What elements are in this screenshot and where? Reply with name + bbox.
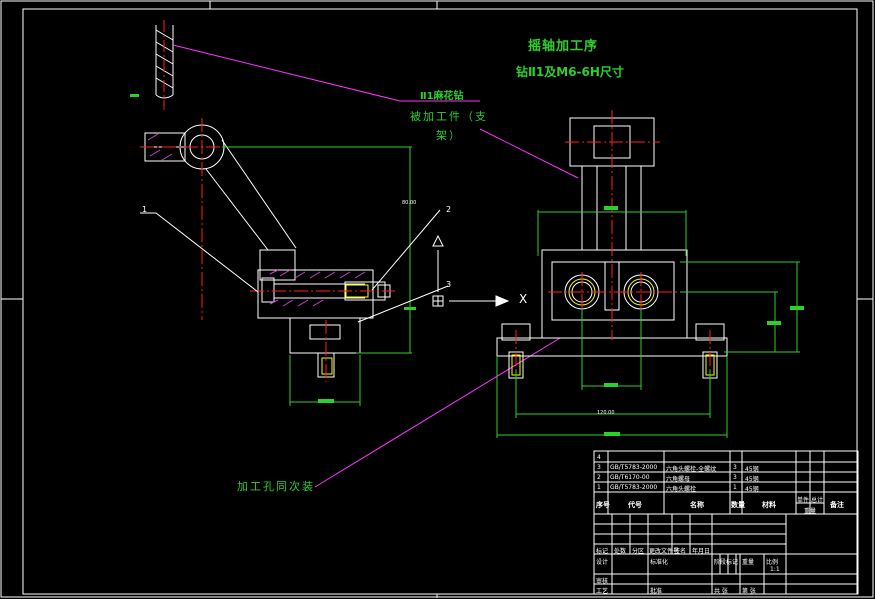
drill-bit <box>155 20 174 110</box>
parts-row-material: 45钢 <box>745 476 759 483</box>
workpiece-label-line2: 架） <box>436 129 462 142</box>
parts-list-grid <box>593 450 859 595</box>
header-name: 名称 <box>690 501 704 509</box>
parts-row-no: 3 <box>597 464 601 471</box>
front-dim-mark-5 <box>767 321 781 325</box>
process-subtitle: 钻Ⅱ1及M6-6H尺寸 <box>516 65 624 79</box>
front-dim-mark-2 <box>604 383 618 387</box>
header-code: 代号 <box>628 501 642 509</box>
parts-row-code: GB/T6170-00 <box>610 474 650 481</box>
tb-sign: 签名 <box>674 548 687 555</box>
x-direction-label: X <box>519 292 528 306</box>
tb-date: 年月日 <box>692 548 711 555</box>
parts-row-name: 六角头螺栓-全螺纹 <box>666 466 717 473</box>
callout-leaders <box>140 209 449 323</box>
left-height-dimension: 80.00 <box>402 200 417 206</box>
header-unit-weight: 单件 <box>797 497 810 504</box>
tb-design: 设计 <box>596 559 609 566</box>
front-dim-mark-4 <box>790 306 804 310</box>
process-title: 摇轴加工序 <box>528 39 599 54</box>
leader-lines <box>172 44 579 488</box>
header-remark: 备注 <box>830 501 844 509</box>
parts-row-qty: 1 <box>733 484 737 491</box>
tb-zone: 分区 <box>632 548 645 555</box>
front-dim-mark-1 <box>604 206 618 210</box>
tb-sheets: 共 张 <box>714 588 728 595</box>
parts-row-material: 45钢 <box>745 466 759 473</box>
header-total-weight: 总计 <box>811 497 824 504</box>
tb-mark: 标记 <box>596 548 609 555</box>
tb-review: 审核 <box>596 578 609 585</box>
tb-sheet: 第 张 <box>742 588 756 595</box>
tb-stage-mark: 阶段标记 <box>714 559 739 566</box>
parts-row-no: 2 <box>597 474 601 481</box>
tb-approve: 批准 <box>650 588 663 595</box>
header-qty: 数量 <box>731 501 745 509</box>
parts-row-qty: 3 <box>733 474 737 481</box>
direction-arrows <box>432 234 510 307</box>
parts-row-no: 4 <box>597 454 601 461</box>
drill-dim-mark <box>130 94 139 97</box>
parts-row-material: 45钢 <box>745 486 759 493</box>
left-dim-mark-h <box>318 399 334 403</box>
header-no: 序号 <box>596 501 610 509</box>
parts-row-qty: 3 <box>733 464 737 471</box>
left-view-hatch <box>147 133 366 307</box>
callout-3: 3 <box>446 280 452 289</box>
tb-count: 处数 <box>614 548 627 555</box>
left-dim-mark-v <box>404 307 416 310</box>
parts-row-code: GB/T5783-2000 <box>610 464 658 471</box>
tb-scale: 比例 <box>766 559 779 566</box>
workpiece-label-line1: 被加工件（支 <box>410 110 488 123</box>
front-width-dimension: 120.00 <box>597 410 615 416</box>
tb-weight: 重量 <box>742 559 755 566</box>
drill-label: Ⅱ1麻花钻 <box>420 91 464 102</box>
left-view <box>144 124 444 378</box>
callout-2: 2 <box>446 205 452 214</box>
header-material: 材料 <box>762 501 776 509</box>
tb-standard: 标准化 <box>650 559 669 566</box>
hole-requirement-label: 加工孔同次装 <box>237 480 315 493</box>
callout-1: 1 <box>142 205 148 214</box>
parts-row-name: 六角螺母 <box>666 476 691 483</box>
parts-row-name: 六角头螺栓 <box>666 486 697 493</box>
tb-scale-value: 1:1 <box>770 566 780 573</box>
front-dim-mark-3 <box>604 432 620 436</box>
parts-row-no: 1 <box>597 484 601 491</box>
tb-process: 工艺 <box>596 588 609 595</box>
parts-row-code: GB/T5783-2000 <box>610 484 658 491</box>
front-centerlines <box>515 110 711 382</box>
header-weight: 重量 <box>804 508 817 515</box>
